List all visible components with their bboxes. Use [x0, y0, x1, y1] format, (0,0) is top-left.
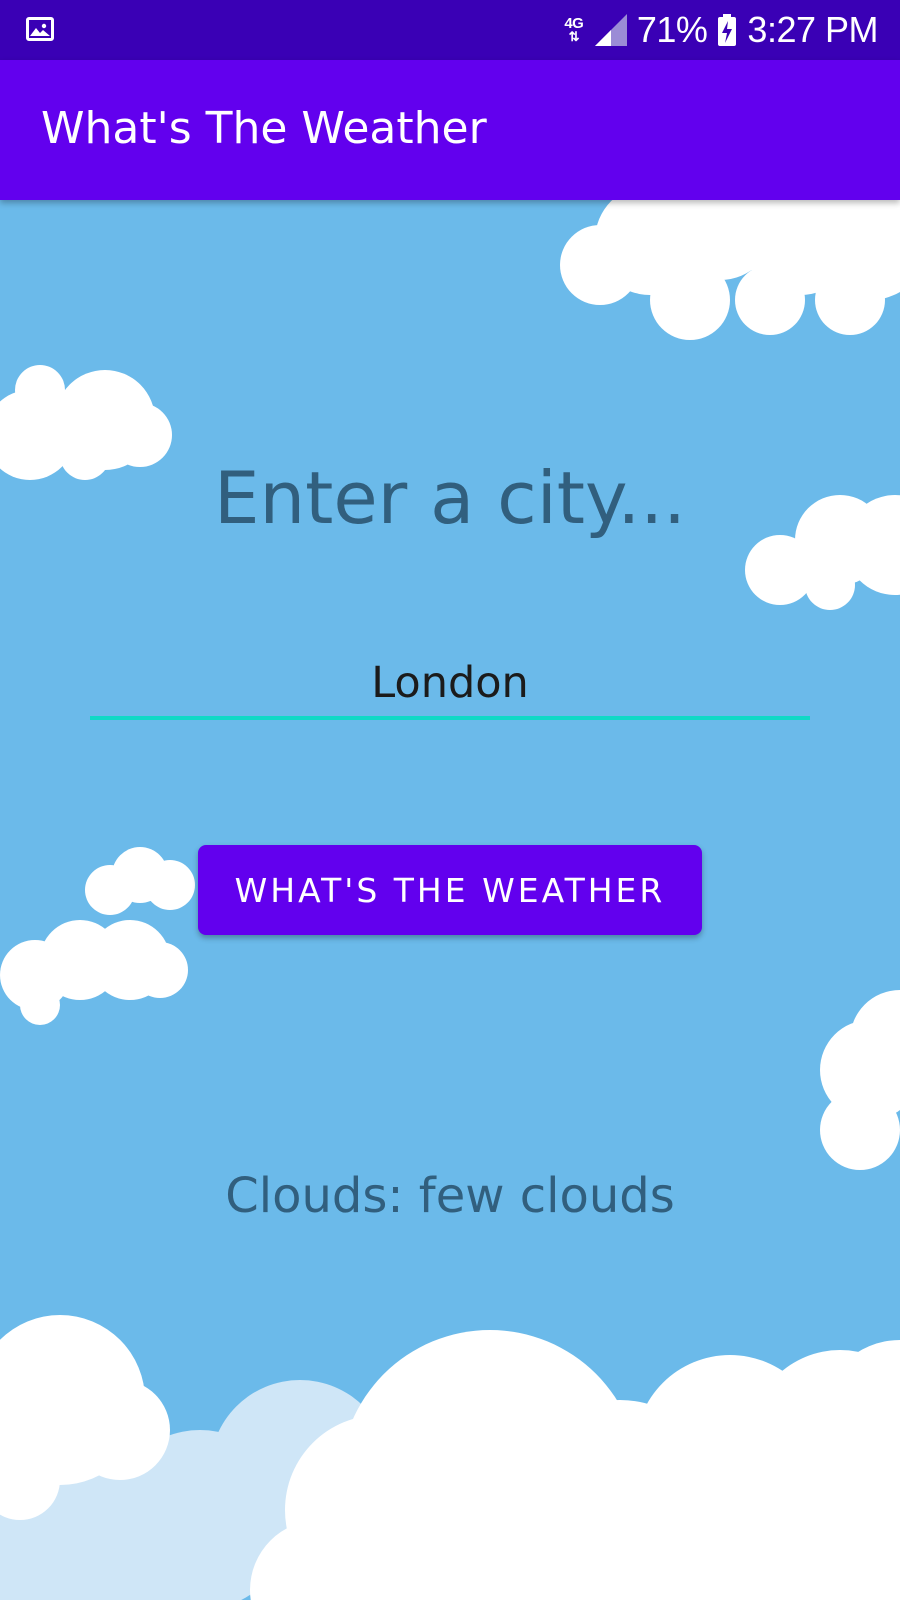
battery-percentage: 71% [636, 9, 708, 50]
app-title: What's The Weather [41, 103, 487, 154]
city-input[interactable] [90, 650, 810, 720]
sky-clouds-background [0, 0, 900, 1600]
gallery-notification-icon [26, 17, 54, 41]
whats-the-weather-button[interactable]: WHAT'S THE WEATHER [198, 845, 702, 935]
app-bar: What's The Weather [0, 60, 900, 200]
weather-result: Clouds: few clouds [225, 1168, 675, 1224]
network-4g-icon: 4G ⇅ [564, 15, 584, 44]
battery-charging-icon [717, 14, 737, 46]
clock: 3:27 PM [747, 9, 878, 50]
signal-strength-icon [594, 14, 627, 46]
status-bar: 4G ⇅ 71% 3:27 PM [0, 0, 900, 60]
city-prompt: Enter a city... [214, 456, 686, 540]
status-indicators: 4G ⇅ 71% 3:27 PM [563, 8, 878, 52]
